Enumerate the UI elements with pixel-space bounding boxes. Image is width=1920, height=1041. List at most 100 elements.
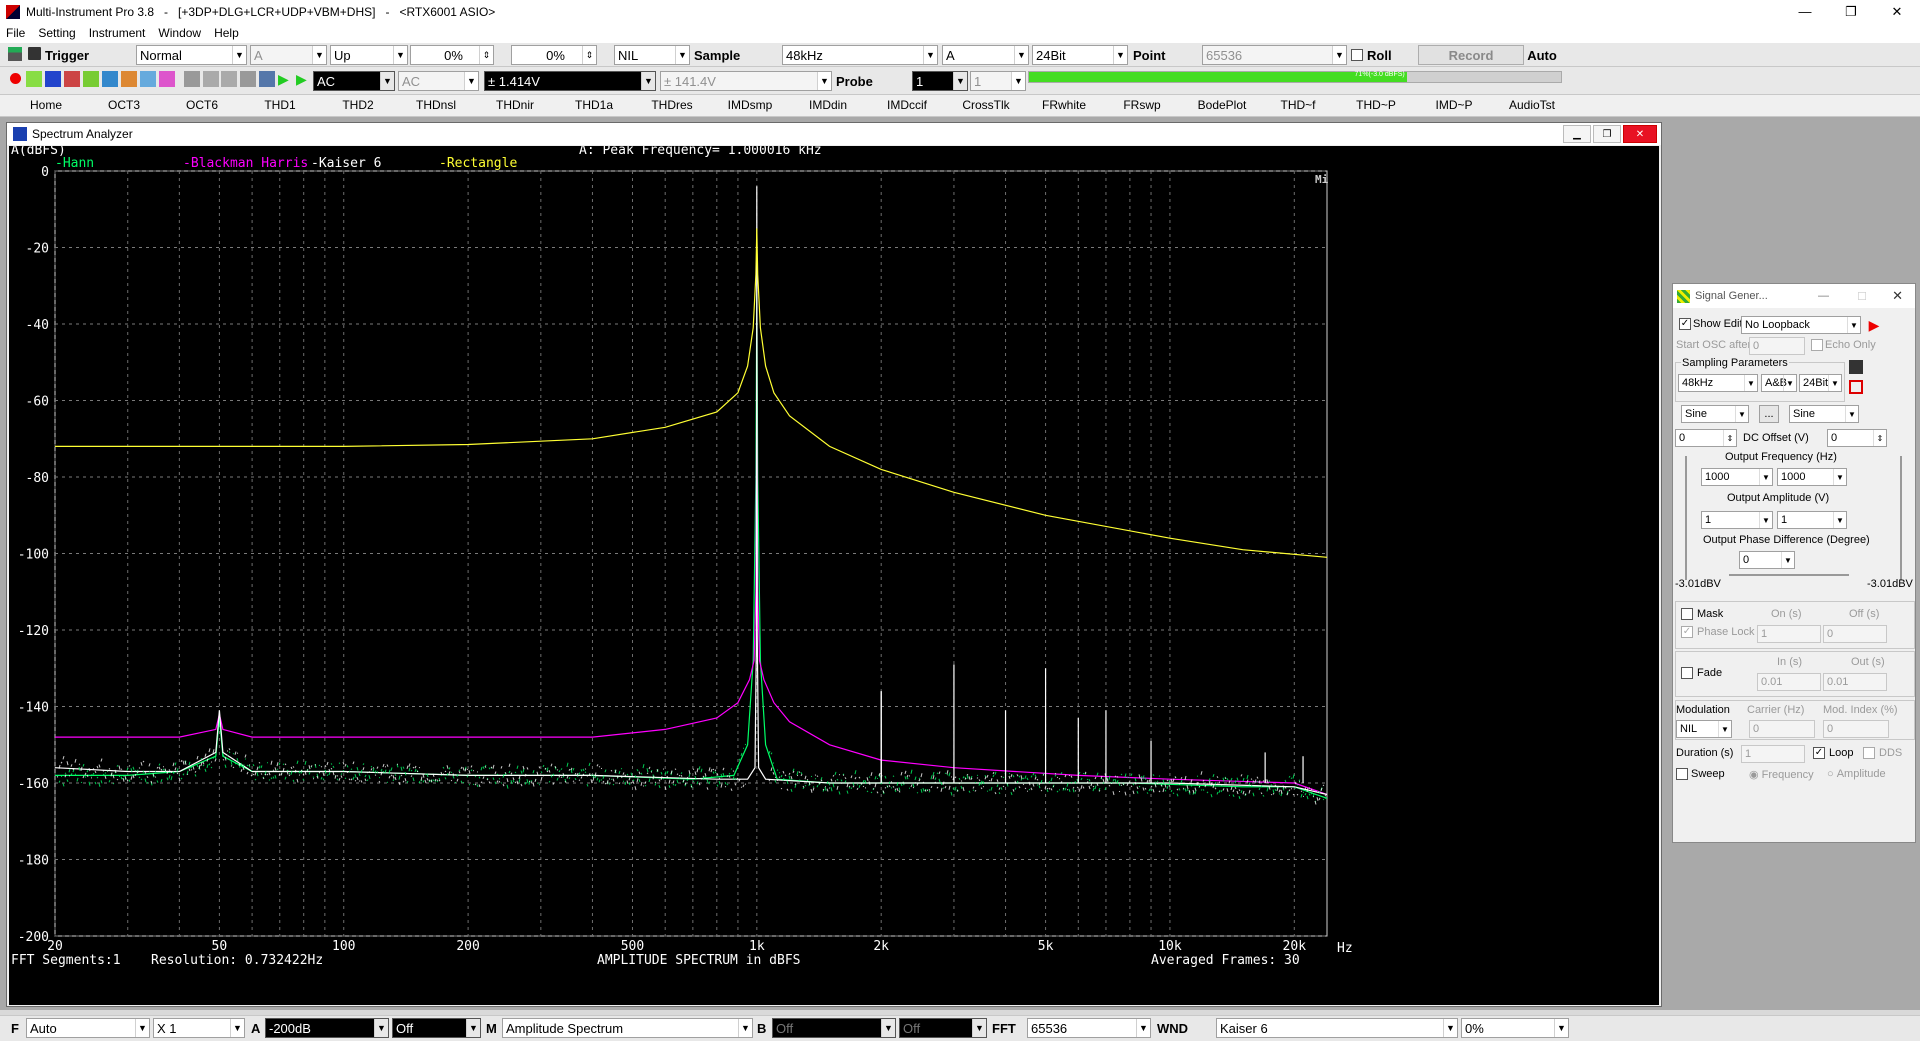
- siggen-maximize-button[interactable]: ☐: [1857, 290, 1867, 303]
- wave-editor-button[interactable]: ...: [1759, 405, 1779, 423]
- fft-size-select[interactable]: 65536 ▼: [1027, 1018, 1151, 1038]
- channel-select[interactable]: A ▼: [942, 45, 1029, 65]
- overlap-select[interactable]: 0% ▼: [1461, 1018, 1569, 1038]
- sample-rate-select[interactable]: 48kHz ▼: [782, 45, 938, 65]
- spinner-icon[interactable]: ⇕: [1873, 430, 1886, 446]
- ddp-icon[interactable]: [140, 71, 156, 87]
- fade-out-input[interactable]: 0.01: [1823, 673, 1887, 691]
- spectrogram-icon[interactable]: [64, 71, 80, 87]
- amp-a-slider[interactable]: [1685, 456, 1687, 580]
- m-mode-select[interactable]: Amplitude Spectrum ▼: [502, 1018, 753, 1038]
- analyzer-close-button[interactable]: ✕: [1623, 125, 1657, 143]
- minimize-button[interactable]: —: [1782, 0, 1828, 23]
- spinner-icon[interactable]: ⇕: [582, 46, 596, 64]
- bit-depth-select[interactable]: 24Bit ▼: [1032, 45, 1128, 65]
- tab-oct3[interactable]: OCT3: [103, 98, 145, 112]
- analyzer-minimize-button[interactable]: ▁: [1563, 125, 1591, 143]
- linear-a-icon[interactable]: [203, 71, 219, 87]
- close-button[interactable]: ✕: [1874, 0, 1920, 23]
- dds-icon[interactable]: [159, 71, 175, 87]
- tab-imd-p[interactable]: IMD~P: [1428, 98, 1480, 112]
- trigger-level-spinner[interactable]: 0% ⇕: [410, 45, 494, 65]
- coupling-b-select[interactable]: AC ▼: [398, 71, 479, 91]
- loop-checkbox[interactable]: ✓: [1813, 747, 1825, 759]
- trigger-edge-select[interactable]: Up ▼: [330, 45, 408, 65]
- siggen-minimize-button[interactable]: —: [1818, 290, 1829, 302]
- pretrigger-spinner[interactable]: 0% ⇕: [511, 45, 597, 65]
- tab-crosstlk[interactable]: CrossTlk: [955, 98, 1017, 112]
- mask-checkbox[interactable]: [1681, 608, 1693, 620]
- phase-plot-icon[interactable]: [83, 71, 99, 87]
- spectrum-plot[interactable]: 0 -20 -40 -60 -80 -100 -120 -140 -160 -180 -200 20 5…: [9, 146, 1659, 1005]
- b-off1-select[interactable]: Off ▼: [772, 1018, 896, 1038]
- analyzer-restore-button[interactable]: ❐: [1593, 125, 1621, 143]
- tab-home[interactable]: Home: [30, 98, 62, 112]
- siggen-close-button[interactable]: ✕: [1892, 288, 1903, 304]
- spinner-icon[interactable]: ⇕: [479, 46, 493, 64]
- dc-b-input[interactable]: 0 ⇕: [1827, 429, 1887, 447]
- tab-thdnsl[interactable]: THDnsl: [410, 98, 462, 112]
- tab-thd2[interactable]: THD2: [337, 98, 379, 112]
- points-select[interactable]: 65536 ▼: [1202, 45, 1347, 65]
- siggen-bits-select[interactable]: 24Bit ▼: [1799, 374, 1842, 392]
- loopback-select[interactable]: No Loopback ▼: [1741, 316, 1861, 334]
- calibrate-icon[interactable]: [184, 71, 200, 87]
- tab-thd1[interactable]: THD1: [259, 98, 301, 112]
- auto-button[interactable]: Auto: [1526, 45, 1558, 65]
- probe-b-select[interactable]: 1 ▼: [970, 71, 1026, 91]
- menu-help[interactable]: Help: [214, 26, 239, 40]
- freq-b-input[interactable]: 1000 ▼: [1777, 468, 1847, 486]
- start-osc-input[interactable]: 0: [1749, 337, 1805, 355]
- amp-a-input[interactable]: 1 ▼: [1701, 511, 1773, 529]
- menu-window[interactable]: Window: [158, 26, 201, 40]
- equal-icon[interactable]: [240, 71, 256, 87]
- sweep-checkbox[interactable]: [1676, 768, 1688, 780]
- tab-imdccif[interactable]: IMDccif: [878, 98, 936, 112]
- tab-thd-p[interactable]: THD~P: [1350, 98, 1402, 112]
- siggen-titlebar[interactable]: Signal Gener... — ☐ ✕: [1673, 284, 1915, 308]
- tab-thd1a[interactable]: THD1a: [568, 98, 620, 112]
- a-off-select[interactable]: Off ▼: [392, 1018, 481, 1038]
- speaker-icon[interactable]: [259, 71, 275, 87]
- window-select[interactable]: Kaiser 6 ▼: [1216, 1018, 1458, 1038]
- tab-thdres[interactable]: THDres: [646, 98, 698, 112]
- tab-imddin[interactable]: IMDdin: [802, 98, 854, 112]
- sweep-frequency-radio[interactable]: ◉ Frequency: [1749, 768, 1814, 782]
- freq-a-input[interactable]: 1000 ▼: [1701, 468, 1773, 486]
- phase-lock-checkbox[interactable]: ✓: [1681, 626, 1693, 638]
- roll-checkbox[interactable]: [1351, 49, 1363, 61]
- amp-b-slider[interactable]: [1900, 456, 1902, 580]
- tab-imdsmp[interactable]: IMDsmp: [722, 98, 778, 112]
- siggen-channels-select[interactable]: A&B ▼: [1761, 374, 1797, 392]
- coupling-a-select[interactable]: AC ▼: [313, 71, 395, 91]
- show-editor-checkbox[interactable]: ✓: [1679, 318, 1691, 330]
- scope-icon[interactable]: [8, 47, 22, 61]
- wave-a-select[interactable]: Sine ▼: [1681, 405, 1749, 423]
- tab-audiotst[interactable]: AudioTst: [1502, 98, 1562, 112]
- spectrum-chart-svg[interactable]: 0 -20 -40 -60 -80 -100 -120 -140 -160 -180 -20020 5…: [9, 146, 1659, 1005]
- record-dot-icon[interactable]: [10, 73, 21, 84]
- phase-input[interactable]: 0 ▼: [1739, 551, 1795, 569]
- tab-thd-f[interactable]: THD~f: [1272, 98, 1324, 112]
- echo-only-checkbox[interactable]: [1811, 339, 1823, 351]
- modulation-select[interactable]: NIL ▼: [1676, 720, 1732, 738]
- carrier-input[interactable]: 0: [1749, 720, 1815, 738]
- f-mode-select[interactable]: Auto ▼: [26, 1018, 150, 1038]
- duration-input[interactable]: 1: [1741, 745, 1805, 763]
- save-icon[interactable]: [1849, 360, 1863, 374]
- fade-checkbox[interactable]: [1681, 667, 1693, 679]
- tab-bodeplot[interactable]: BodePlot: [1190, 98, 1254, 112]
- tab-frwhite[interactable]: FRwhite: [1036, 98, 1092, 112]
- range-b-select[interactable]: ± 141.4V ▼: [660, 71, 832, 91]
- range-a-select[interactable]: ± 1.414V ▼: [484, 71, 656, 91]
- a-range-select[interactable]: -200dB ▼: [265, 1018, 389, 1038]
- tab-frswp[interactable]: FRswp: [1116, 98, 1168, 112]
- menu-instrument[interactable]: Instrument: [89, 26, 146, 40]
- zoom-select[interactable]: X 1 ▼: [153, 1018, 245, 1038]
- tab-thdnir[interactable]: THDnir: [489, 98, 541, 112]
- fade-in-input[interactable]: 0.01: [1757, 673, 1821, 691]
- dc-a-input[interactable]: 0 ⇕: [1675, 429, 1737, 447]
- spinner-icon[interactable]: ⇕: [1723, 430, 1736, 446]
- off-s-input[interactable]: 0: [1823, 625, 1887, 643]
- menu-file[interactable]: File: [6, 26, 25, 40]
